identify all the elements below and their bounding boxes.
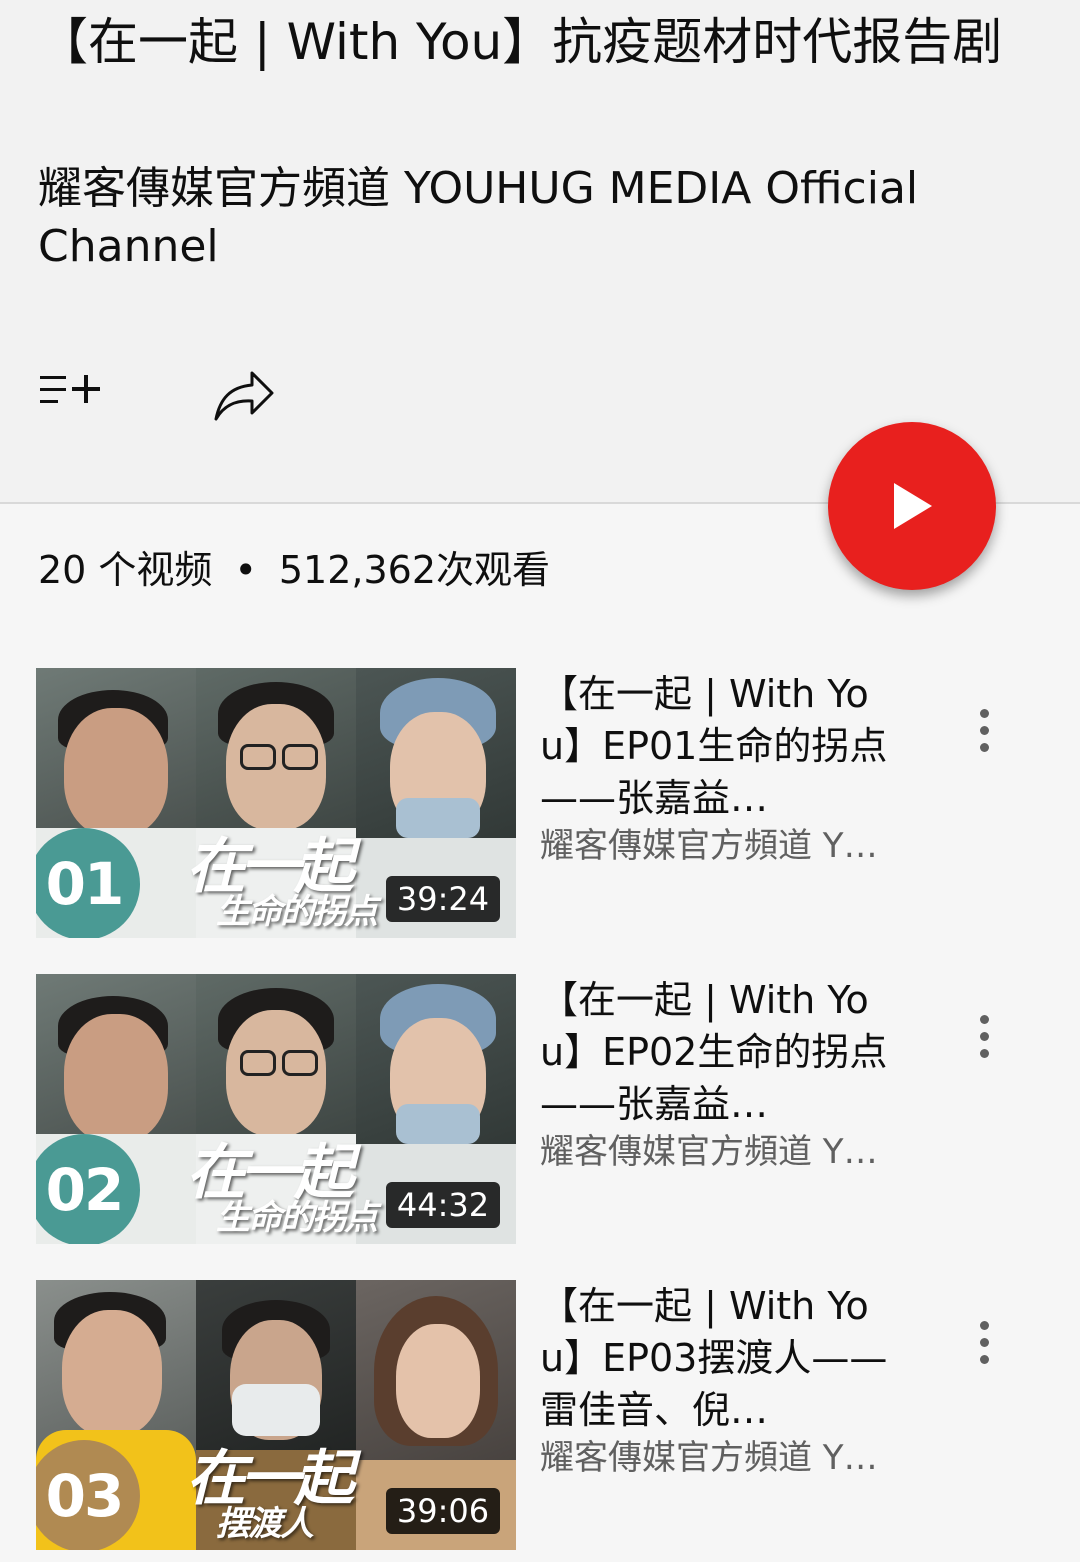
video-title[interactable]: 【在一起 | With You】EP01生命的拐点——张嘉益… (540, 668, 890, 824)
play-all-button[interactable] (828, 422, 996, 590)
episode-badge: 01 (36, 828, 140, 938)
more-options-button[interactable] (962, 690, 1006, 770)
video-title[interactable]: 【在一起 | With You】EP03摆渡人——雷佳音、倪… (540, 1280, 890, 1436)
playlist-channel-name[interactable]: 耀客傳媒官方頻道 YOUHUG MEDIA Official Channel (38, 160, 1028, 276)
share-button[interactable] (204, 355, 284, 435)
video-channel: 耀客傳媒官方頻道 Y… (540, 1132, 878, 1172)
video-duration: 39:24 (386, 876, 500, 922)
video-title[interactable]: 【在一起 | With You】EP02生命的拐点——张嘉益… (540, 974, 890, 1130)
video-thumbnail[interactable]: 在一起 生命的拐点 01 39:24 (36, 668, 516, 938)
share-icon (214, 371, 274, 421)
more-options-button[interactable] (962, 996, 1006, 1076)
more-vert-icon (979, 1320, 989, 1330)
video-count: 20 个视频 (38, 548, 213, 592)
thumbnail-title-art: 在一起 生命的拐点 (186, 832, 378, 932)
video-item-3[interactable]: 在一起 摆渡人 03 39:06 【在一起 | With You】EP03摆渡人… (36, 1280, 1080, 1550)
video-channel: 耀客傳媒官方頻道 Y… (540, 826, 878, 866)
more-vert-icon (979, 1014, 989, 1024)
view-count: 512,362次观看 (278, 548, 550, 592)
video-thumbnail[interactable]: 在一起 摆渡人 03 39:06 (36, 1280, 516, 1550)
add-to-library-button[interactable] (30, 350, 110, 430)
video-item-1[interactable]: 在一起 生命的拐点 01 39:24 【在一起 | With You】EP01生… (36, 668, 1080, 938)
thumbnail-title-art: 在一起 生命的拐点 (186, 1138, 378, 1238)
episode-badge: 03 (36, 1440, 140, 1550)
episode-badge: 02 (36, 1134, 140, 1244)
video-channel: 耀客傳媒官方頻道 Y… (540, 1438, 878, 1478)
playlist-title: 【在一起 | With You】抗疫题材时代报告剧 (38, 13, 1003, 71)
more-vert-icon (979, 708, 989, 718)
playlist-stats: 20 个视频 • 512,362次观看 (38, 540, 550, 600)
more-options-button[interactable] (962, 1302, 1006, 1382)
video-duration: 39:06 (386, 1488, 500, 1534)
play-icon (894, 483, 932, 529)
video-thumbnail[interactable]: 在一起 生命的拐点 02 44:32 (36, 974, 516, 1244)
stats-separator: • (234, 548, 257, 592)
thumbnail-title-art: 在一起 摆渡人 (186, 1444, 354, 1544)
video-item-2[interactable]: 在一起 生命的拐点 02 44:32 【在一起 | With You】EP02生… (36, 974, 1080, 1244)
playlist-add-icon (40, 375, 100, 403)
video-duration: 44:32 (386, 1182, 500, 1228)
